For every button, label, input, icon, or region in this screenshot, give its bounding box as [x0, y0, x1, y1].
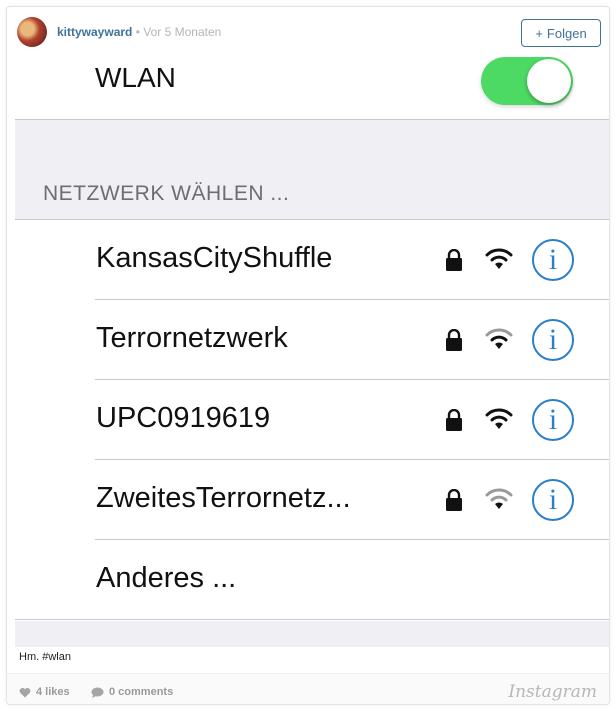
lock-icon [446, 409, 462, 431]
network-section-header: NETZWERK WÄHLEN ... [15, 120, 609, 219]
divider [15, 619, 609, 620]
network-name: UPC0919619 [96, 402, 271, 434]
section-title: NETZWERK WÄHLEN ... [43, 182, 290, 205]
likes-count[interactable]: 4 likes [19, 686, 70, 698]
network-row: Terrornetzwerk i [15, 300, 609, 380]
info-icon: i [532, 319, 574, 361]
network-name: KansasCityShuffle [96, 242, 333, 274]
other-network-label: Anderes ... [96, 562, 237, 594]
section-footer [15, 621, 609, 647]
likes-label: 4 likes [36, 686, 70, 698]
network-row: KansasCityShuffle i [15, 220, 609, 300]
follow-label: Folgen [546, 25, 587, 41]
lock-icon [446, 329, 462, 351]
wifi-icon [485, 488, 513, 509]
follow-button[interactable]: + Folgen [521, 19, 601, 47]
avatar[interactable] [17, 17, 47, 47]
wifi-icon [485, 328, 513, 349]
lock-icon [446, 489, 462, 511]
network-list: KansasCityShuffle i Terrornetzwerk i UPC… [15, 220, 609, 620]
info-icon: i [532, 479, 574, 521]
wlan-label: WLAN [95, 62, 176, 93]
wlan-toggle [481, 57, 573, 105]
lock-icon [446, 249, 462, 271]
network-row: ZweitesTerrornetz... i [15, 460, 609, 540]
instagram-logo[interactable]: Instagram [508, 682, 597, 702]
heart-icon [19, 687, 31, 697]
plus-icon: + [535, 25, 543, 41]
meta-separator: • [135, 25, 140, 39]
network-row: UPC0919619 i [15, 380, 609, 460]
wifi-icon [485, 248, 513, 269]
network-name: ZweitesTerrornetz... [96, 482, 351, 514]
post-header: kittywayward • Vor 5 Monaten + Folgen [7, 7, 609, 57]
post-meta: kittywayward • Vor 5 Monaten [57, 25, 221, 39]
wifi-icon [485, 408, 513, 429]
post-caption: Hm. #wlan [19, 651, 71, 663]
comments-count[interactable]: 0 comments [91, 686, 173, 698]
comments-label: 0 comments [109, 686, 174, 698]
info-icon: i [532, 239, 574, 281]
username-link[interactable]: kittywayward [57, 25, 132, 39]
info-icon: i [532, 399, 574, 441]
instagram-embed-card: kittywayward • Vor 5 Monaten + Folgen WL… [6, 6, 610, 705]
wlan-row: WLAN [7, 57, 609, 119]
comment-icon [91, 687, 104, 698]
post-time: Vor 5 Monaten [143, 25, 222, 39]
network-name: Terrornetzwerk [96, 322, 288, 354]
post-footer: 4 likes 0 comments Instagram [7, 673, 609, 704]
other-network-row: Anderes ... [15, 540, 609, 620]
toggle-knob [527, 59, 571, 103]
post-image[interactable]: WLAN NETZWERK WÄHLEN ... KansasCityShuff… [7, 57, 609, 647]
